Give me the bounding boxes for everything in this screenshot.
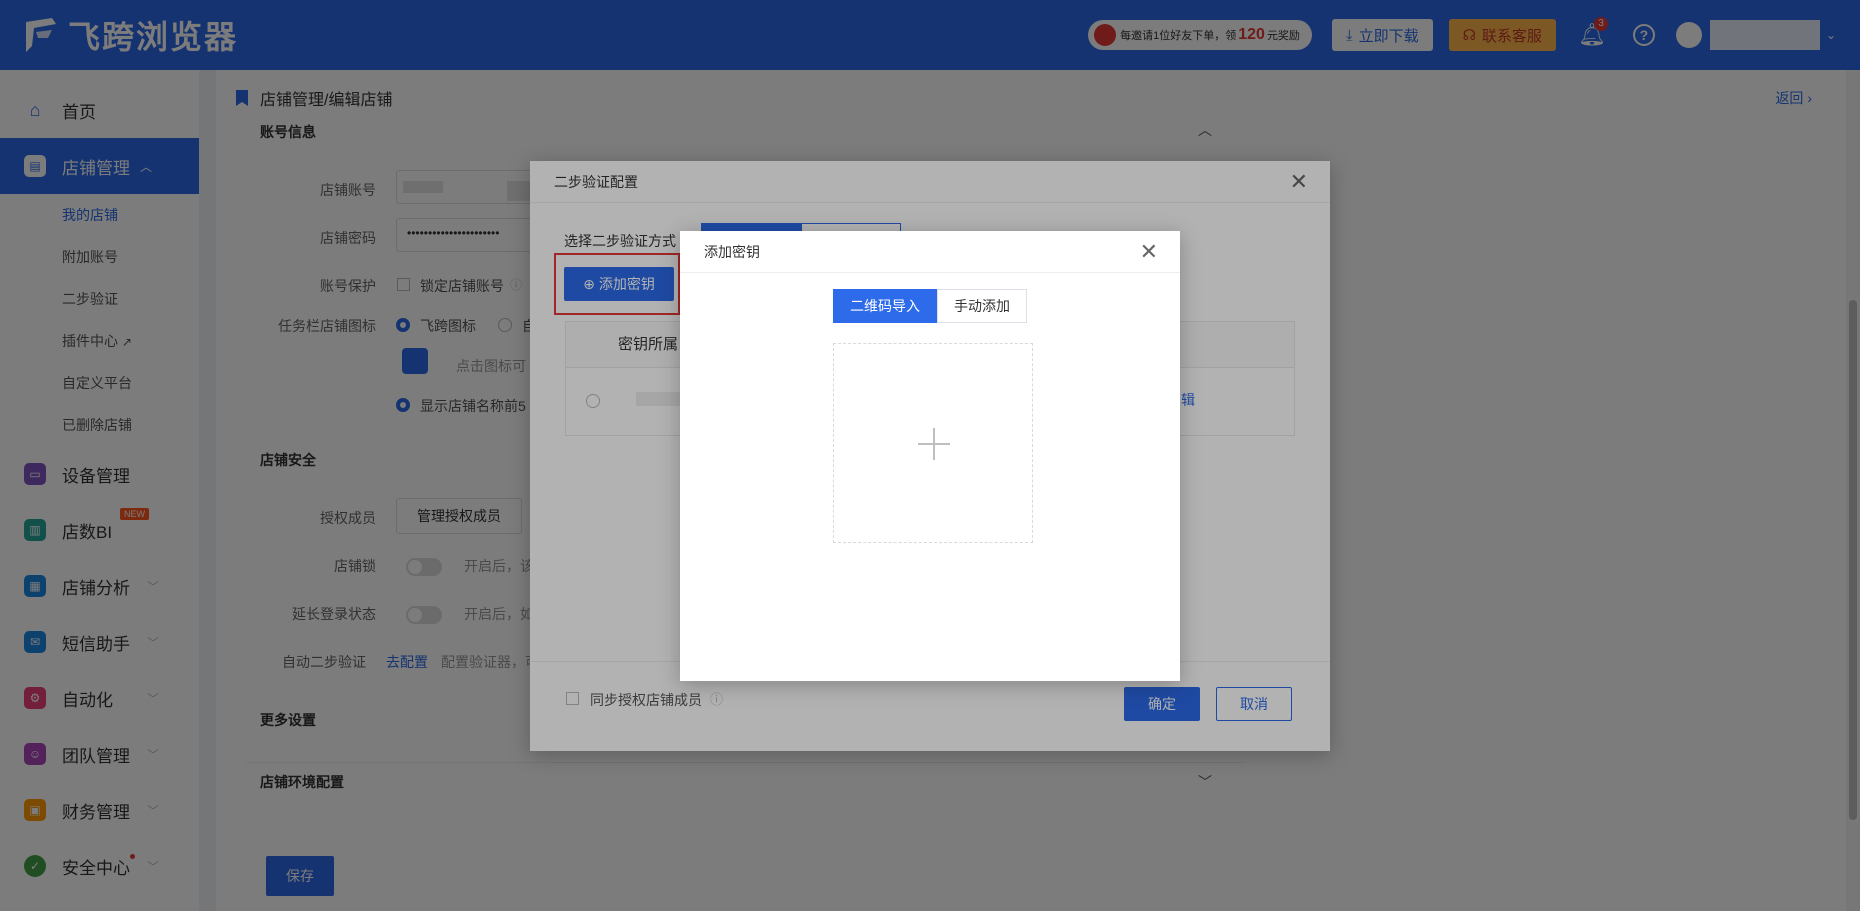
dialog-title: 添加密钥	[680, 231, 1180, 273]
dialog-add-key: 添加密钥 ✕ 二维码导入 手动添加	[680, 231, 1180, 681]
plus-icon	[918, 428, 950, 460]
import-method-tabs: 二维码导入 手动添加	[833, 289, 1027, 323]
qr-upload-area[interactable]	[833, 343, 1033, 543]
tab-qr-import[interactable]: 二维码导入	[833, 289, 937, 323]
close-icon[interactable]: ✕	[1140, 241, 1158, 263]
tab-manual-add[interactable]: 手动添加	[937, 289, 1027, 323]
